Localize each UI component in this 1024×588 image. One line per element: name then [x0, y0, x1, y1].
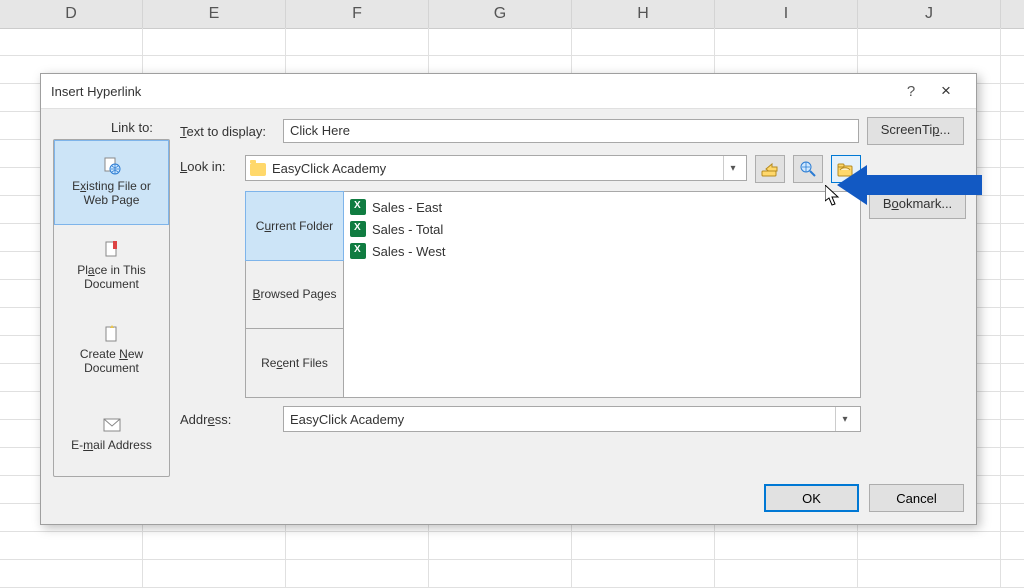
list-item[interactable]: Sales - Total — [350, 218, 854, 240]
look-in-combo[interactable]: EasyClick Academy ▾ — [245, 155, 747, 181]
look-in-value: EasyClick Academy — [272, 161, 386, 176]
file-name: Sales - West — [372, 244, 445, 259]
help-button[interactable]: ? — [896, 83, 926, 100]
col-header[interactable]: J — [858, 0, 1001, 28]
look-in-label: Look in: — [180, 155, 237, 174]
file-browser: Current Folder Browsed Pages Recent File… — [245, 191, 861, 398]
document-bookmark-icon — [102, 241, 122, 259]
file-name: Sales - East — [372, 200, 442, 215]
browse-web-button[interactable] — [793, 155, 823, 183]
new-document-icon — [102, 325, 122, 343]
col-header[interactable]: F — [286, 0, 429, 28]
address-label: Address: — [180, 412, 275, 427]
insert-hyperlink-dialog: Insert Hyperlink ? × Link to: Existing F… — [40, 73, 977, 525]
col-header[interactable]: H — [572, 0, 715, 28]
browsed-pages-tab[interactable]: Browsed Pages — [246, 260, 343, 329]
excel-file-icon — [350, 199, 366, 215]
close-button[interactable]: × — [926, 81, 966, 101]
current-folder-tab[interactable]: Current Folder — [245, 191, 344, 261]
up-one-level-button[interactable] — [755, 155, 785, 183]
text-to-display-label: Text to display: — [180, 124, 275, 139]
bookmark-button[interactable]: Bookmark... — [869, 191, 966, 219]
link-to-label: Link to: — [111, 120, 153, 135]
dialog-title: Insert Hyperlink — [51, 84, 896, 99]
file-list[interactable]: Sales - East Sales - Total Sales - West — [344, 192, 860, 397]
mail-icon — [102, 416, 122, 434]
folder-icon — [250, 163, 266, 176]
browse-file-button[interactable] — [831, 155, 861, 183]
address-combo[interactable]: EasyClick Academy ▾ — [283, 406, 861, 432]
address-value: EasyClick Academy — [290, 412, 404, 427]
link-to-email-address[interactable]: E-mail Address — [54, 392, 169, 476]
link-to-create-new-document[interactable]: Create NewDocument — [54, 309, 169, 393]
dialog-titlebar[interactable]: Insert Hyperlink ? × — [41, 74, 976, 109]
screentip-button[interactable]: ScreenTip... — [867, 117, 964, 145]
col-header[interactable]: D — [0, 0, 143, 28]
link-to-existing-file[interactable]: Existing File orWeb Page — [54, 140, 169, 225]
link-to-label-text: Existing File orWeb Page — [72, 179, 151, 207]
chevron-down-icon[interactable]: ▾ — [835, 407, 854, 431]
list-item[interactable]: Sales - West — [350, 240, 854, 262]
globe-page-icon — [102, 157, 122, 175]
excel-file-icon — [350, 221, 366, 237]
file-name: Sales - Total — [372, 222, 443, 237]
recent-files-tab[interactable]: Recent Files — [246, 329, 343, 397]
col-header[interactable]: G — [429, 0, 572, 28]
col-header[interactable]: E — [143, 0, 286, 28]
link-to-place-in-document[interactable]: Place in ThisDocument — [54, 225, 169, 309]
col-header[interactable]: I — [715, 0, 858, 28]
column-headers: D E F G H I J — [0, 0, 1024, 29]
link-to-label-text: Place in ThisDocument — [77, 263, 146, 291]
text-to-display-input[interactable]: Click Here — [283, 119, 859, 143]
ok-button[interactable]: OK — [764, 484, 859, 512]
list-item[interactable]: Sales - East — [350, 196, 854, 218]
link-to-label-text: Create NewDocument — [80, 347, 143, 375]
link-to-label-text: E-mail Address — [71, 438, 152, 452]
excel-file-icon — [350, 243, 366, 259]
chevron-down-icon[interactable]: ▾ — [723, 156, 742, 180]
cancel-button[interactable]: Cancel — [869, 484, 964, 512]
link-to-panel: Existing File orWeb Page Place in ThisDo… — [53, 139, 170, 477]
